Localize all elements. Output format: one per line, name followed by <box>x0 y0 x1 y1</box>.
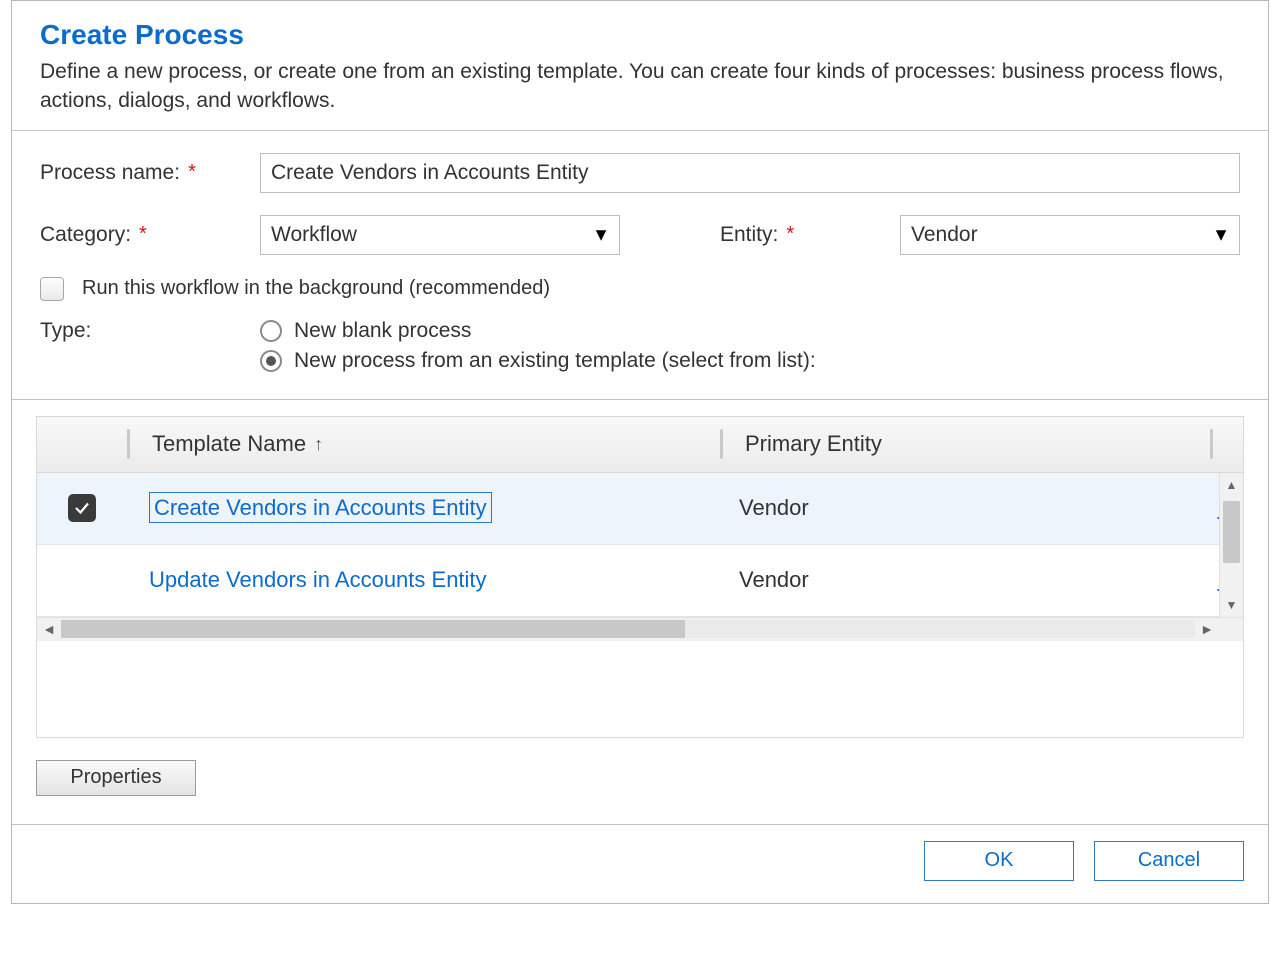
form-area: Process name: * Category: * Workflow ▼ E… <box>12 131 1268 399</box>
column-separator <box>1210 429 1213 459</box>
radio-blank-process[interactable]: New blank process <box>260 319 1240 343</box>
type-radio-group: New blank process New process from an ex… <box>260 319 1240 379</box>
row-entity-text: Vendor <box>739 495 809 521</box>
row-entity-text: Vendor <box>739 567 809 593</box>
entity-label-text: Entity: <box>720 223 778 247</box>
label-category: Category: * <box>40 223 260 247</box>
table-row[interactable]: Update Vendors in Accounts Entity Vendor… <box>37 545 1243 617</box>
dialog-title: Create Process <box>40 19 1240 51</box>
row-category-entity: Category: * Workflow ▼ Entity: * Vendor … <box>40 215 1240 255</box>
row-name-cell: Create Vendors in Accounts Entity <box>127 495 717 521</box>
col-template-name[interactable]: Template Name ↑ <box>130 431 720 457</box>
grid-body: Create Vendors in Accounts Entity Vendor… <box>37 473 1243 617</box>
required-asterisk: * <box>139 223 147 246</box>
cancel-button[interactable]: Cancel <box>1094 841 1244 881</box>
dialog-header: Create Process Define a new process, or … <box>12 1 1268 130</box>
run-background-checkbox[interactable] <box>40 277 64 301</box>
col-name-label: Template Name <box>152 431 306 457</box>
label-process-name: Process name: * <box>40 161 260 185</box>
sort-asc-icon: ↑ <box>314 434 323 455</box>
row-name-cell: Update Vendors in Accounts Entity <box>127 567 717 593</box>
scroll-up-icon[interactable]: ▲ <box>1220 473 1243 497</box>
label-entity: Entity: * <box>720 223 900 247</box>
row-process-name: Process name: * <box>40 153 1240 193</box>
process-name-input[interactable] <box>260 153 1240 193</box>
row-run-background: Run this workflow in the background (rec… <box>40 277 1240 301</box>
radio-template-process[interactable]: New process from an existing template (s… <box>260 349 1240 373</box>
vertical-scrollbar[interactable]: ▲ ▼ <box>1219 473 1243 617</box>
table-row[interactable]: Create Vendors in Accounts Entity Vendor… <box>37 473 1243 545</box>
scroll-left-icon[interactable]: ◄ <box>37 621 61 637</box>
row-type: Type: New blank process New process from… <box>40 319 1240 379</box>
template-link[interactable]: Create Vendors in Accounts Entity <box>149 492 492 523</box>
dialog-footer: OK Cancel <box>12 824 1268 903</box>
properties-button[interactable]: Properties <box>36 760 196 796</box>
ok-button[interactable]: OK <box>924 841 1074 881</box>
scroll-thumb[interactable] <box>1223 501 1240 563</box>
row-entity-cell: Vendor Bi <box>717 567 1243 593</box>
category-value: Workflow <box>271 223 357 247</box>
label-type: Type: <box>40 319 260 343</box>
scroll-down-icon[interactable]: ▼ <box>1220 593 1243 617</box>
scroll-track[interactable] <box>61 620 1195 638</box>
radio-template-label: New process from an existing template (s… <box>294 349 816 373</box>
process-name-label-text: Process name: <box>40 161 180 185</box>
entity-value: Vendor <box>911 223 978 247</box>
horizontal-scrollbar[interactable]: ◄ ► <box>37 617 1243 641</box>
dialog-subtitle: Define a new process, or create one from… <box>40 57 1240 116</box>
required-asterisk: * <box>786 223 794 246</box>
run-background-label: Run this workflow in the background (rec… <box>82 277 550 300</box>
template-link[interactable]: Update Vendors in Accounts Entity <box>149 567 487 592</box>
scroll-thumb[interactable] <box>61 620 685 638</box>
radio-blank-label: New blank process <box>294 319 471 343</box>
grid-empty-area <box>37 641 1243 737</box>
radio-icon <box>260 350 282 372</box>
required-asterisk: * <box>188 161 196 184</box>
radio-icon <box>260 320 282 342</box>
col-entity-label: Primary Entity <box>745 431 882 457</box>
template-grid: Template Name ↑ Primary Entity Create Ve… <box>36 416 1244 738</box>
row-checkbox-cell[interactable] <box>37 494 127 522</box>
entity-select[interactable]: Vendor ▼ <box>900 215 1240 255</box>
category-label-text: Category: <box>40 223 131 247</box>
create-process-dialog: Create Process Define a new process, or … <box>11 0 1269 904</box>
type-label-text: Type: <box>40 319 91 343</box>
col-primary-entity[interactable]: Primary Entity <box>723 431 1210 457</box>
grid-header: Template Name ↑ Primary Entity <box>37 417 1243 473</box>
category-select[interactable]: Workflow ▼ <box>260 215 620 255</box>
row-entity-cell: Vendor Bi <box>717 495 1243 521</box>
checkbox-checked-icon <box>68 494 96 522</box>
properties-area: Properties <box>12 738 1268 824</box>
scroll-right-icon[interactable]: ► <box>1195 621 1219 637</box>
